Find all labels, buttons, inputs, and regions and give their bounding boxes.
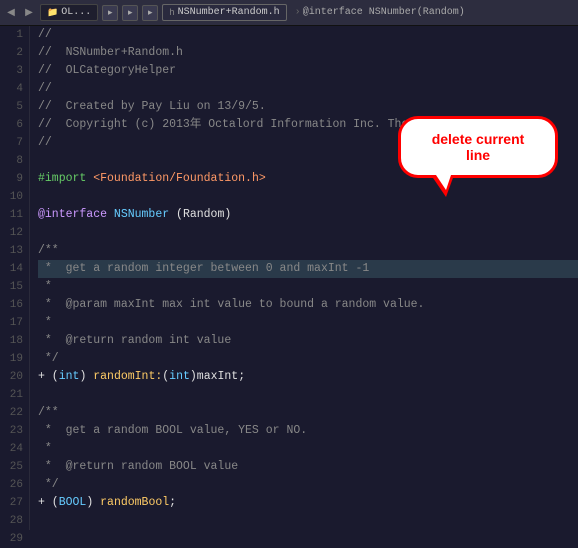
line-number: 18 <box>0 332 23 350</box>
code-line <box>38 512 578 530</box>
code-line: * <box>38 314 578 332</box>
breadcrumb: › @interface NSNumber(Random) <box>295 7 465 18</box>
folder-nav-btn[interactable]: ▸ <box>102 5 118 21</box>
line-number: 23 <box>0 422 23 440</box>
forward-button[interactable]: ▶ <box>22 6 36 20</box>
line-number: 27 <box>0 494 23 512</box>
line-number: 12 <box>0 224 23 242</box>
code-line <box>38 188 578 206</box>
line-number: 11 <box>0 206 23 224</box>
line-number: 2 <box>0 44 23 62</box>
line-number: 14 <box>0 260 23 278</box>
tab-ol[interactable]: 📁 OL... <box>40 4 98 21</box>
bubble-text: delete current line <box>398 116 558 178</box>
code-line: * <box>38 278 578 296</box>
line-number: 26 <box>0 476 23 494</box>
line-number: 24 <box>0 440 23 458</box>
code-line: * get a random integer between 0 and max… <box>38 260 578 278</box>
tooltip-bubble: delete current line <box>398 116 558 178</box>
tab-ol-label: OL... <box>61 7 91 18</box>
line-number: 10 <box>0 188 23 206</box>
code-line: // <box>38 26 578 44</box>
folder-nav-btn3[interactable]: ▸ <box>142 5 158 21</box>
code-line: * @param maxInt max int value to bound a… <box>38 296 578 314</box>
tab-nsumber-random[interactable]: h NSNumber+Random.h <box>162 4 286 21</box>
line-number: 1 <box>0 26 23 44</box>
toolbar: ◀ ▶ 📁 OL... ▸ ▸ ▸ h NSNumber+Random.h › … <box>0 0 578 26</box>
code-line: @interface NSNumber (Random) <box>38 206 578 224</box>
breadcrumb-sep: › <box>295 7 301 18</box>
code-line: + (int) randomInt:(int)maxInt; <box>38 368 578 386</box>
code-line <box>38 224 578 242</box>
code-line: // NSNumber+Random.h <box>38 44 578 62</box>
line-number: 22 <box>0 404 23 422</box>
code-line: // Created by Pay Liu on 13/9/5. <box>38 98 578 116</box>
code-line: /** <box>38 242 578 260</box>
line-number: 29 <box>0 530 23 548</box>
line-number: 25 <box>0 458 23 476</box>
line-number: 8 <box>0 152 23 170</box>
line-number: 16 <box>0 296 23 314</box>
breadcrumb-text: @interface NSNumber(Random) <box>303 7 465 18</box>
code-line: /** <box>38 404 578 422</box>
line-number: 7 <box>0 134 23 152</box>
code-line: + (BOOL) randomBool; <box>38 494 578 512</box>
code-line: */ <box>38 350 578 368</box>
line-number: 9 <box>0 170 23 188</box>
line-numbers: 1234567891011121314151617181920212223242… <box>0 26 30 530</box>
file-icon: h <box>169 8 174 18</box>
code-editor: 1234567891011121314151617181920212223242… <box>0 26 578 530</box>
code-line: // OLCategoryHelper <box>38 62 578 80</box>
code-line: */ <box>38 476 578 494</box>
code-line: // <box>38 80 578 98</box>
folder-nav-btn2[interactable]: ▸ <box>122 5 138 21</box>
tab-nsumber-random-label: NSNumber+Random.h <box>178 7 280 18</box>
line-number: 5 <box>0 98 23 116</box>
code-line: * @return random BOOL value <box>38 458 578 476</box>
code-line: * get a random BOOL value, YES or NO. <box>38 422 578 440</box>
back-button[interactable]: ◀ <box>4 6 18 20</box>
line-number: 6 <box>0 116 23 134</box>
code-content[interactable]: delete current line //// NSNumber+Random… <box>30 26 578 530</box>
line-number: 17 <box>0 314 23 332</box>
code-line <box>38 386 578 404</box>
line-number: 13 <box>0 242 23 260</box>
code-line: * @return random int value <box>38 332 578 350</box>
line-number: 20 <box>0 368 23 386</box>
line-number: 15 <box>0 278 23 296</box>
line-number: 28 <box>0 512 23 530</box>
folder-icon: 📁 <box>47 8 58 18</box>
line-number: 4 <box>0 80 23 98</box>
line-number: 19 <box>0 350 23 368</box>
line-number: 3 <box>0 62 23 80</box>
code-line: * <box>38 440 578 458</box>
line-number: 21 <box>0 386 23 404</box>
